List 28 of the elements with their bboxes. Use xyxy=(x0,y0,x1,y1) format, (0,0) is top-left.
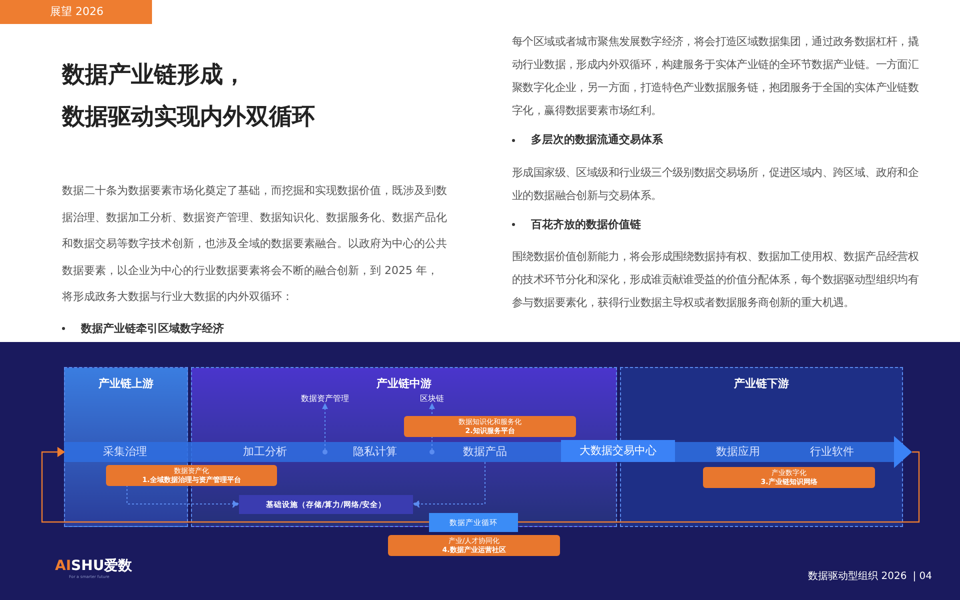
branch-connector xyxy=(322,403,328,454)
stage-label: 采集治理 xyxy=(103,444,147,460)
branch-label: 区块链 xyxy=(420,393,444,405)
bullet-heading: 多层次的数据流通交易体系 xyxy=(531,132,663,148)
branch-label: 数据资产管理 xyxy=(301,393,349,405)
body-paragraph: 数据二十条为数据要素市场化奠定了基础，而挖掘和实现数据价值，既涉及到数据治理、数据加工分析、数据资产管理、数据知识化、数据服务化、数据产品化和数据交易等数字技术创新，也涉及全域的数据要素融合。以政府为中心的公共数据要素，以企业为中心的行业数据要素将会不断的融合创新，到 2025 年，将形成政务大数据与行业大数据的内外双循环： xyxy=(62,183,447,305)
page-title: 数据产业链形成， xyxy=(62,61,247,90)
bullet-heading: 百花齐放的数据价值链 xyxy=(531,216,641,232)
stage-label: 数据应用 xyxy=(716,444,760,460)
stage-label: 数据产品 xyxy=(463,444,507,460)
stage-label: 隐私计算 xyxy=(353,444,397,460)
brand-logo: AISHU爱数 xyxy=(55,558,132,574)
stage-label: 加工分析 xyxy=(243,444,287,460)
bullet-icon xyxy=(62,327,65,330)
page-title: 数据驱动实现内外双循环 xyxy=(62,103,316,132)
document-title: 数据驱动型组织 2026 xyxy=(808,570,907,584)
bullet-icon xyxy=(512,138,515,142)
zone-title: 产业链下游 xyxy=(734,376,789,392)
bullet-heading: 数据产业链牵引区域数字经济 xyxy=(81,320,224,336)
page-number: | 04 xyxy=(912,570,932,584)
stage-label: 行业软件 xyxy=(810,444,854,460)
body-paragraph: 围绕数据价值创新能力，将会形成围绕数据持有权、数据加工使用权、数据产品经营权的技术环节分化和深化，形成谁贡献谁受益的价值分配体系，每个数据驱动型组织均有参与数据要素化，获得行业数据主导权或者数据服务商创新的重大机遇。 xyxy=(512,249,920,311)
hub-node: 大数据交易中心 xyxy=(561,440,675,462)
body-paragraph: 每个区域或者城市聚焦发展数字经济，将会打造区域数据集团，通过政务数据杠杆，撬动行业数据，形成内外双循环，构建服务于实体产业链的全环节数据产业链。一方面汇聚数字化企业，另一方面，打造特色产业数据服务链，抱团服务于全国的实体产业链数字化，赢得数据要素市场红利。 xyxy=(512,34,920,119)
zone-title: 产业链上游 xyxy=(98,376,154,392)
zone-title: 产业链中游 xyxy=(376,376,432,392)
bullet-icon xyxy=(512,223,515,226)
body-paragraph: 形成国家级、区域级和行业级三个级别数据交易场所，促进区域内、跨区域、政府和企业的数据融合创新与交易体系。 xyxy=(512,164,920,204)
